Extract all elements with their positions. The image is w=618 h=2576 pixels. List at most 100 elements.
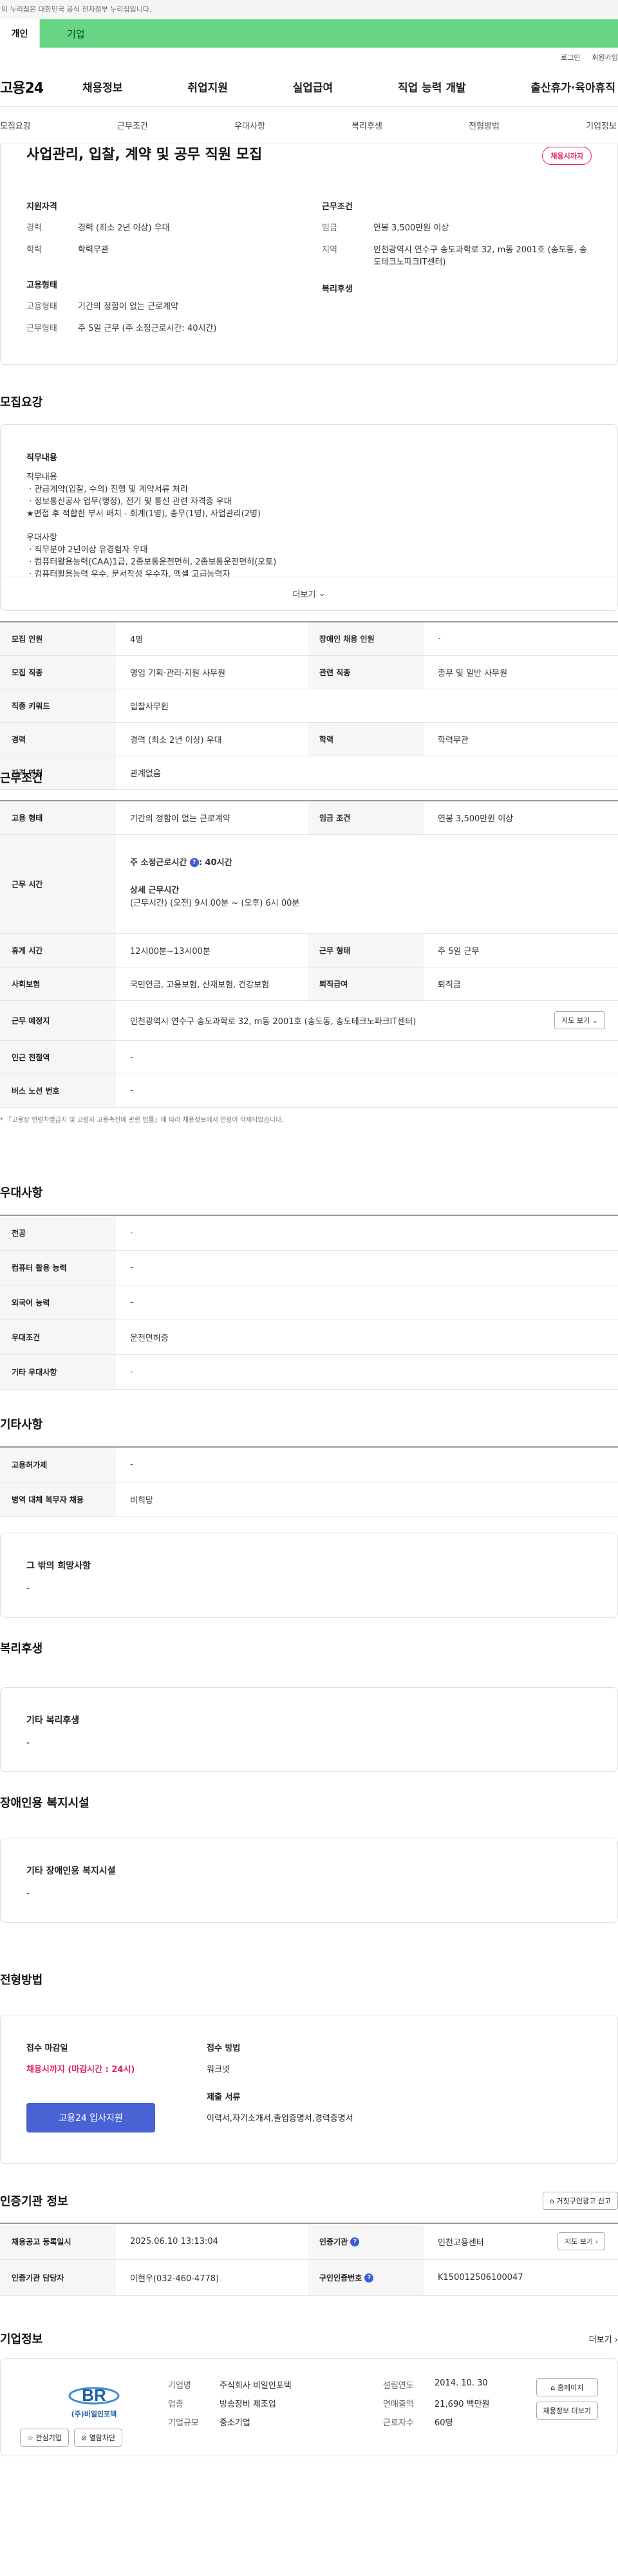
block-icon: ⊘ xyxy=(80,2434,88,2442)
interest-button[interactable]: ☆ 관심기업 xyxy=(20,2429,69,2447)
bus-value: - xyxy=(130,1085,133,1096)
cert-map-button[interactable]: 지도 보기 › xyxy=(557,2232,605,2251)
subnav-recruit[interactable]: 모집요강 xyxy=(0,119,31,131)
signup-link[interactable]: 회원가입 xyxy=(592,52,618,62)
subnav-selection[interactable]: 전형방법 xyxy=(469,119,500,131)
chevron-right-icon: › xyxy=(595,2237,598,2246)
company-logo-mark: BR xyxy=(68,2385,120,2405)
apply-card: 접수 마감일 채용시까지 (마감시간 : 24시) 고용24 입사지원 접수 방… xyxy=(0,2015,618,2164)
est-label: 설립연도 xyxy=(383,2381,414,2391)
subnav-preferences[interactable]: 우대사항 xyxy=(234,119,265,131)
interest-label: 관심기업 xyxy=(35,2434,62,2442)
insurance-value: 국민연금, 고용보험, 산재보험, 건강보험 xyxy=(130,980,270,990)
subnav-welfare[interactable]: 복리후생 xyxy=(351,119,382,131)
job-summary-card: 사업관리, 입찰, 계약 및 공무 직원 모집 채용시까지 지원자격 경력 경력 … xyxy=(0,144,618,365)
chevron-down-icon: ⌄ xyxy=(592,1016,598,1025)
company-title: 기업정보 xyxy=(0,2333,43,2346)
company-name-value: 주식회사 비일인포텍 xyxy=(220,2381,292,2391)
block-button[interactable]: ⊘ 열람차단 xyxy=(73,2429,123,2447)
login-link[interactable]: 로그인 xyxy=(561,52,580,62)
gnb-item-unemployment[interactable]: 실업급여 xyxy=(293,79,333,95)
welfare-title: 복리후생 xyxy=(0,1642,43,1656)
rest-label: 휴게 시간 xyxy=(0,933,116,967)
est-value: 2014. 10. 30 xyxy=(435,2378,488,2388)
block-label: 열람차단 xyxy=(89,2434,116,2442)
home-icon: ⌂ xyxy=(550,2384,556,2392)
permit-label: 고용허가제 xyxy=(0,1447,116,1482)
company-more-label: 더보기 xyxy=(588,2335,612,2345)
deadline-heading: 접수 마감일 xyxy=(26,2044,68,2053)
emptype-value: 기간의 정함이 없는 근로계약 xyxy=(78,302,178,312)
info-icon[interactable]: ? xyxy=(364,2273,374,2282)
weekly-hours-value: : 40시간 xyxy=(198,857,232,868)
info-icon[interactable]: ? xyxy=(350,2237,360,2247)
work-form-value: 주 5일 근무 xyxy=(438,946,480,957)
employees-label: 근로자수 xyxy=(383,2418,414,2428)
other-section: 기타사항 고용허가제 - 병역 대체 복무자 채용 비희망 그 밖의 희망사항 - xyxy=(0,1406,618,1619)
site-logo[interactable]: 고용24 xyxy=(0,77,82,97)
cert-section: 인증기관 정보 ⌂ 거짓구인광고 신고 채용공고 등록일시 2025.06.10 … xyxy=(0,2192,618,2330)
disabled-section: 장애인용 복지시설 기타 장애인용 복지시설 - xyxy=(0,1780,618,1963)
major-value: - xyxy=(130,1227,133,1238)
map-button-label: 지도 보기 xyxy=(561,1016,590,1025)
docs-value: 이력서,자기소개서,졸업증명서,경력증명서 xyxy=(207,2114,353,2123)
tab-corporate[interactable]: 기업 xyxy=(40,19,618,48)
cert-table: 채용공고 등록일시 2025.06.10 13:13:04 인증기관 ? 인천고용센터… xyxy=(0,2223,618,2296)
cert-org-value: 인천고용센터 xyxy=(438,2237,484,2248)
report-button[interactable]: ⌂ 거짓구인광고 신고 xyxy=(543,2192,618,2210)
industry-label: 업종 xyxy=(168,2400,183,2409)
job-content-text: 직무내용 · 관급계약(입찰, 수의) 진행 및 계약서류 처리 · 정보통신공… xyxy=(26,472,277,579)
info-icon[interactable]: ? xyxy=(189,858,199,868)
weekly-hours-label: 주 소정근로시간 xyxy=(130,857,187,868)
bus-label: 버스 노선 번호 xyxy=(0,1074,116,1107)
emp-type-label: 고용 형태 xyxy=(0,801,116,834)
sales-label: 연매출액 xyxy=(383,2400,414,2409)
map-button[interactable]: 지도 보기 ⌄ xyxy=(554,1011,605,1029)
gnb-item-jobs[interactable]: 채용정보 xyxy=(82,79,123,95)
conditions-section: 근무조건 고용 형태 기간의 정함이 없는 근로계약 임금 조건 연봉 3,500만원… xyxy=(0,751,618,1168)
company-logo: BR (주)비일인포텍 xyxy=(20,2378,168,2423)
military-label: 병역 대체 복무자 채용 xyxy=(0,1482,116,1517)
gnb-item-parental-leave[interactable]: 출산휴가·육아휴직 xyxy=(530,79,615,95)
location-value: 인천광역시 연수구 송도과학로 32, m동 2001호 (송도동, 송도테크노… xyxy=(373,245,587,268)
other-title: 기타사항 xyxy=(0,1418,43,1432)
cert-num-value: K150012506100047 xyxy=(438,2272,523,2282)
severance-value: 퇴직금 xyxy=(438,980,461,990)
prefer-cond-value: 운전면허증 xyxy=(130,1333,169,1343)
workform-label: 근무형태 xyxy=(26,323,57,333)
gnb-item-training[interactable]: 직업 능력 개발 xyxy=(398,79,466,95)
method-heading: 접수 방법 xyxy=(207,2044,241,2053)
subnav-conditions[interactable]: 근무조건 xyxy=(117,119,148,131)
prefer-cond-label: 우대조건 xyxy=(0,1320,116,1354)
reg-date-value: 2025.06.10 13:13:04 xyxy=(130,2236,218,2246)
apply-button[interactable]: 고용24 입사지원 xyxy=(26,2103,155,2133)
cert-org-label: 인증기관 xyxy=(319,2237,348,2246)
company-more-link[interactable]: 더보기 › xyxy=(589,2333,618,2345)
welfare-heading: 복리후생 xyxy=(322,284,353,294)
subway-label: 인근 전철역 xyxy=(0,1040,116,1074)
svg-text:BR: BR xyxy=(82,2385,106,2405)
count-value: 4명 xyxy=(130,635,144,645)
gov-banner: 이 누리집은 대한민국 공식 전자정부 누리집입니다. xyxy=(0,0,618,19)
job-type-label: 모집 직종 xyxy=(0,655,116,689)
homepage-button[interactable]: ⌂ 홈페이지 xyxy=(536,2378,598,2396)
disabled-title: 장애인용 복지시설 xyxy=(0,1797,89,1810)
gnb-item-employment-support[interactable]: 취업지원 xyxy=(187,79,228,95)
subnav-company[interactable]: 기업정보 xyxy=(586,119,617,131)
employment-heading: 고용형태 xyxy=(26,281,57,290)
work-time-label: 근무 시간 xyxy=(0,834,116,933)
job-title: 사업관리, 입찰, 계약 및 공무 직원 모집 xyxy=(26,147,263,163)
method-value: 워크넷 xyxy=(207,2065,230,2075)
disabled-count-label: 장애인 채용 인원 xyxy=(308,622,424,655)
language-label: 외국어 능력 xyxy=(0,1285,116,1320)
subway-value: - xyxy=(130,1052,133,1062)
welfare-etc-value: - xyxy=(26,1738,30,1748)
docs-heading: 제출 서류 xyxy=(207,2093,241,2102)
conditions-table: 고용 형태 기간의 정함이 없는 근로계약 임금 조건 연봉 3,500만원 이상 근… xyxy=(0,800,618,1108)
tab-individual[interactable]: 개인 xyxy=(0,19,40,48)
job-description-card: 직무내용 직무내용 · 관급계약(입찰, 수의) 진행 및 계약서류 처리 · … xyxy=(0,424,618,611)
company-section: 기업정보 더보기 › BR (주)비일인포텍 ☆ 관심기업 ⊘ 열람차단 기업명… xyxy=(0,2330,618,2479)
preference-section: 우대사항 전공 - 컴퓨터 활용 능력 - 외국어 능력 - 우대조건 운전면허증 기타… xyxy=(0,1168,618,1406)
more-jobs-button[interactable]: 채용정보 더보기 xyxy=(536,2402,598,2420)
more-button[interactable]: 더보기 ⌄ xyxy=(1,577,617,610)
